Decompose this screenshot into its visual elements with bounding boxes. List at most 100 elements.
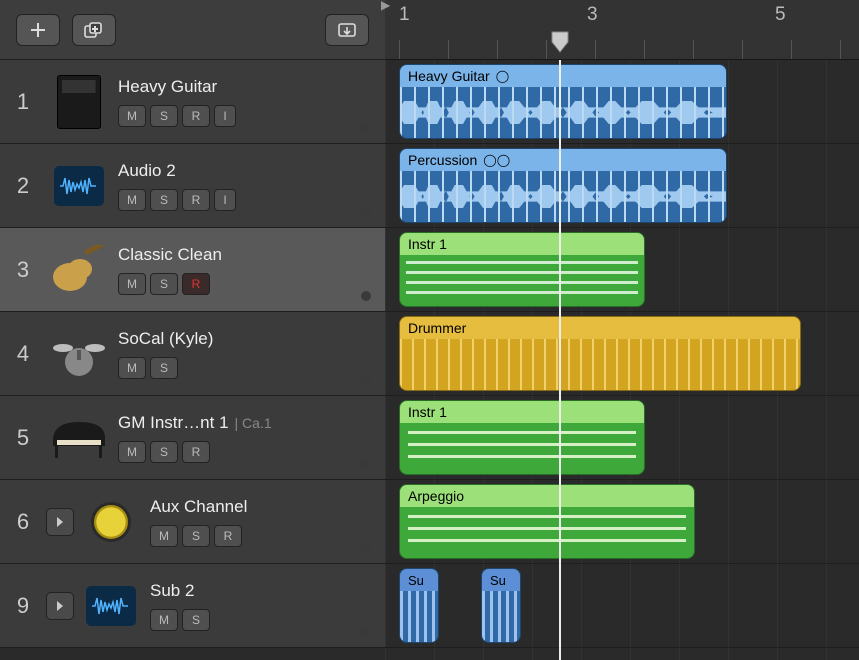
mute-button[interactable]: M [118, 189, 146, 211]
track-instrument-icon[interactable] [46, 240, 112, 300]
add-track-button[interactable] [16, 14, 60, 46]
track-activity-dot [361, 375, 371, 385]
track-name: Aux Channel [150, 497, 361, 517]
track-lane[interactable]: Su Su [385, 564, 859, 648]
region[interactable]: Percussion ◯◯ [399, 148, 727, 223]
track-header[interactable]: 5 GM Instr…nt 1| Ca.1 MSR [0, 396, 385, 480]
track-instrument-icon[interactable] [78, 492, 144, 552]
region-label: Instr 1 [400, 233, 644, 255]
ruler-start-marker: ▶ [381, 0, 390, 12]
track-lane[interactable]: Instr 1 [385, 396, 859, 480]
region-label: Arpeggio [400, 485, 694, 507]
region-label: Su [482, 569, 520, 591]
disclosure-button[interactable] [46, 592, 74, 620]
track-header[interactable]: 2 Audio 2 MSRI [0, 144, 385, 228]
solo-button[interactable]: S [150, 105, 178, 127]
solo-button[interactable]: S [150, 357, 178, 379]
waveform-icon [54, 166, 104, 206]
disclosure-button[interactable] [46, 508, 74, 536]
ruler-tick [595, 40, 596, 59]
mute-button[interactable]: M [150, 525, 178, 547]
region[interactable]: Instr 1 [399, 232, 645, 307]
toolbar [0, 0, 385, 60]
track-name: GM Instr…nt 1| Ca.1 [118, 413, 361, 433]
record-enable-button[interactable]: R [182, 441, 210, 463]
catch-icon [337, 22, 357, 38]
playhead-line [559, 60, 561, 660]
track-lane[interactable]: Percussion ◯◯ [385, 144, 859, 228]
arrange-area[interactable]: Heavy Guitar ◯ Percussion ◯◯ Instr 1 Drumme… [385, 60, 859, 660]
region[interactable]: Drummer [399, 316, 801, 391]
record-enable-button[interactable]: R [182, 105, 210, 127]
mute-button[interactable]: M [118, 441, 146, 463]
track-number: 3 [0, 228, 46, 311]
track-lane[interactable]: Arpeggio [385, 480, 859, 564]
track-activity-dot [361, 543, 371, 553]
timeline-ruler[interactable]: ▶ 135 [385, 0, 859, 60]
track-instrument-icon[interactable] [46, 408, 112, 468]
solo-button[interactable]: S [182, 609, 210, 631]
amp-icon [57, 75, 101, 129]
region-label: Su [400, 569, 438, 591]
chevron-right-icon [55, 516, 65, 528]
region[interactable]: Su [399, 568, 439, 643]
waveform-icon [86, 586, 136, 626]
ruler-tick [546, 40, 547, 59]
playhead-handle[interactable] [550, 30, 570, 50]
track-number: 6 [0, 480, 46, 563]
track-header[interactable]: 9Sub 2MS [0, 564, 385, 648]
track-name: Classic Clean [118, 245, 361, 265]
track-activity-dot [361, 123, 371, 133]
region[interactable]: Heavy Guitar ◯ [399, 64, 727, 139]
ruler-tick [644, 40, 645, 59]
ruler-tick [399, 40, 400, 59]
track-name: SoCal (Kyle) [118, 329, 361, 349]
record-enable-button[interactable]: R [214, 525, 242, 547]
solo-button[interactable]: S [150, 189, 178, 211]
track-number: 2 [0, 144, 46, 227]
mute-button[interactable]: M [118, 357, 146, 379]
duplicate-track-button[interactable] [72, 14, 116, 46]
chevron-right-icon [55, 600, 65, 612]
track-header[interactable]: 1Heavy GuitarMSRI [0, 60, 385, 144]
mute-button[interactable]: M [150, 609, 178, 631]
track-lane[interactable]: Drummer [385, 312, 859, 396]
track-instrument-icon[interactable] [78, 576, 144, 636]
track-name: Audio 2 [118, 161, 361, 181]
solo-button[interactable]: S [150, 441, 178, 463]
track-number: 4 [0, 312, 46, 395]
track-header[interactable]: 4 SoCal (Kyle) MS [0, 312, 385, 396]
track-lane[interactable]: Heavy Guitar ◯ [385, 60, 859, 144]
input-monitor-button[interactable]: I [214, 189, 236, 211]
solo-button[interactable]: S [150, 273, 178, 295]
ruler-tick [840, 40, 841, 59]
record-enable-button[interactable]: R [182, 273, 210, 295]
track-header[interactable]: 6 Aux Channel MSR [0, 480, 385, 564]
solo-button[interactable]: S [182, 525, 210, 547]
track-activity-dot [361, 627, 371, 637]
region-label: Percussion ◯◯ [400, 149, 726, 171]
track-lane[interactable]: Instr 1 [385, 228, 859, 312]
track-instrument-icon[interactable] [46, 324, 112, 384]
region[interactable]: Su [481, 568, 521, 643]
duplicate-icon [84, 22, 104, 38]
track-name: Sub 2 [150, 581, 361, 601]
track-instrument-icon[interactable] [46, 72, 112, 132]
plus-icon [30, 22, 46, 38]
mute-button[interactable]: M [118, 273, 146, 295]
record-enable-button[interactable]: R [182, 189, 210, 211]
region[interactable]: Instr 1 [399, 400, 645, 475]
track-header[interactable]: 3 Classic Clean MSR [0, 228, 385, 312]
input-monitor-button[interactable]: I [214, 105, 236, 127]
track-activity-dot [361, 291, 371, 301]
track-number: 5 [0, 396, 46, 479]
track-instrument-icon[interactable] [46, 156, 112, 216]
region[interactable]: Arpeggio [399, 484, 695, 559]
region-label: Drummer [400, 317, 800, 339]
ruler-tick [791, 40, 792, 59]
mute-button[interactable]: M [118, 105, 146, 127]
track-name: Heavy Guitar [118, 77, 361, 97]
catch-playhead-button[interactable] [325, 14, 369, 46]
loop-icon: ◯◯ [483, 153, 510, 167]
guitar-icon [50, 245, 108, 295]
